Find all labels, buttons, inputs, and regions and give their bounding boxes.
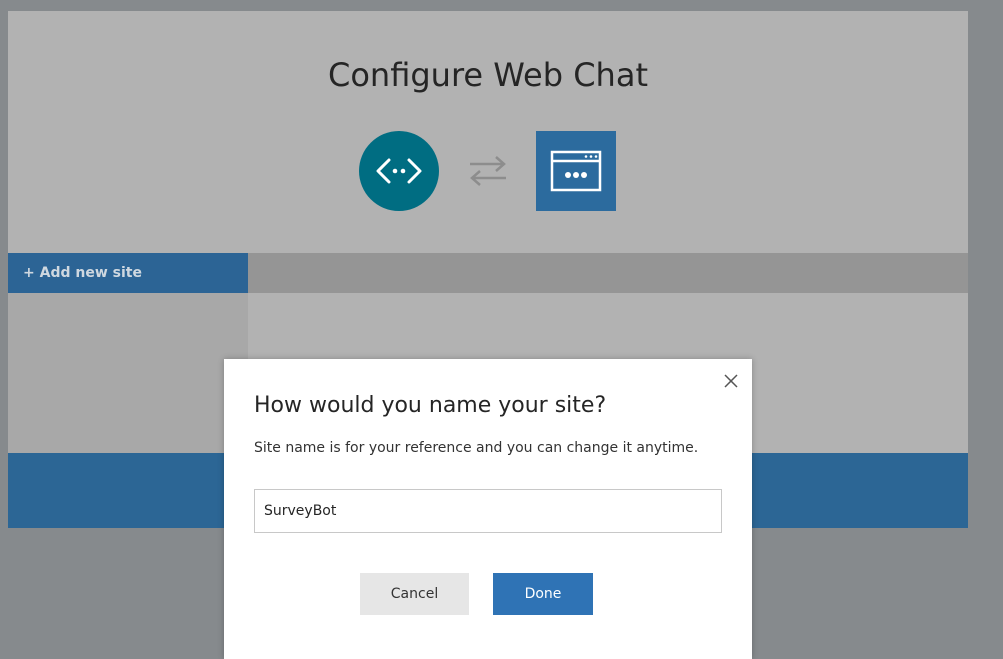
name-site-dialog: How would you name your site? Site name … [224,359,752,659]
add-new-site-tab[interactable]: + Add new site [8,253,248,293]
close-icon[interactable] [721,371,741,391]
dialog-title: How would you name your site? [254,393,607,418]
site-name-input[interactable] [254,489,722,533]
browser-window-icon [536,131,616,211]
swap-arrows-icon [466,153,510,189]
site-tab-bar: + Add new site [8,253,968,293]
done-button[interactable]: Done [493,573,593,615]
site-list-pane [8,293,248,453]
dialog-description: Site name is for your reference and you … [254,440,699,456]
cancel-button[interactable]: Cancel [360,573,469,615]
page-title: Configure Web Chat [328,56,648,94]
code-icon [359,131,439,211]
